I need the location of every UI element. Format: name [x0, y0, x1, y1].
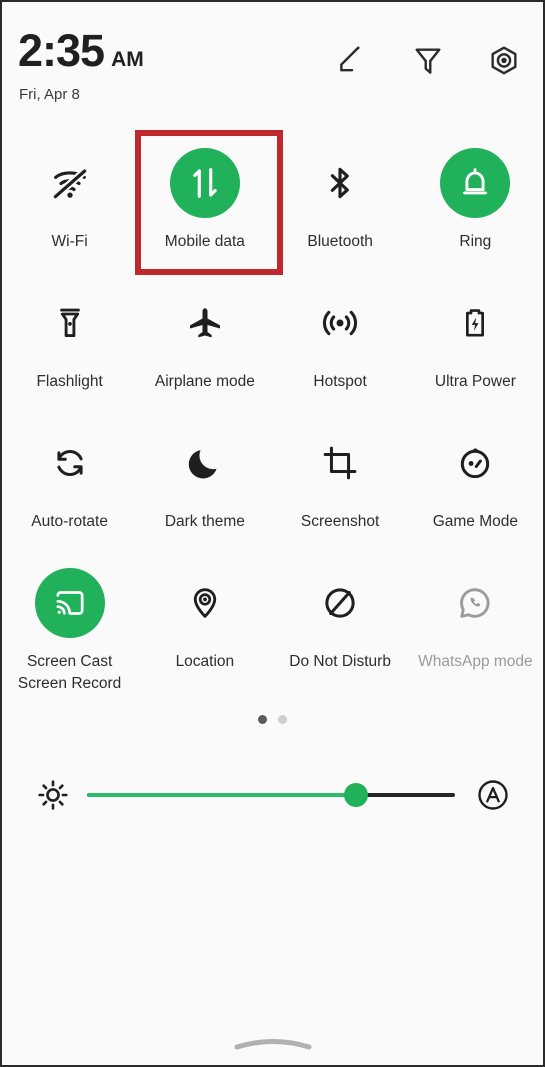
- filter-icon[interactable]: [411, 44, 445, 78]
- tile-icon-container: [440, 288, 510, 358]
- location-pin-icon: [193, 588, 217, 618]
- tile-icon-container: [440, 428, 510, 498]
- tile-label: Auto-rotate: [31, 513, 108, 530]
- status-header: 2:35 AM Fri, Apr 8: [2, 24, 543, 116]
- tile-row: Flashlight Airplane mode Hotspot Ultra P…: [2, 275, 543, 415]
- tile-row: Auto-rotate Dark theme Screenshot Game M…: [2, 415, 543, 555]
- game-mode-icon: [461, 448, 490, 479]
- tile-ultra-power[interactable]: Ultra Power: [408, 275, 543, 415]
- flashlight-icon: [59, 308, 80, 338]
- page-indicator: [2, 715, 543, 724]
- tile-icon-container: [170, 428, 240, 498]
- tile-wifi[interactable]: Wi-Fi: [2, 135, 137, 275]
- tile-label: Flashlight: [36, 373, 103, 390]
- hotspot-icon: [323, 310, 358, 336]
- airplane-icon: [189, 308, 220, 338]
- tile-label: Ultra Power: [434, 373, 516, 390]
- quick-settings-panel: 2:35 AM Fri, Apr 8 Wi-Fi Mobile data Blu…: [2, 2, 543, 1065]
- slider-thumb[interactable]: [343, 783, 368, 807]
- auto-brightness-icon[interactable]: [475, 777, 511, 813]
- tile-icon-container: [305, 288, 375, 358]
- battery-bolt-icon: [466, 309, 485, 337]
- tile-row: Screen Cast Screen Record Location Do No…: [2, 555, 543, 695]
- tile-icon-container: [35, 288, 105, 358]
- tile-label: Game Mode: [432, 513, 519, 530]
- wifi-off-icon: [50, 166, 89, 202]
- phone-screen: 2:35 AM Fri, Apr 8 Wi-Fi Mobile data Blu…: [0, 0, 545, 1067]
- edit-icon[interactable]: [335, 44, 369, 78]
- brightness-sun-icon: [38, 780, 68, 810]
- home-gesture-handle[interactable]: [233, 1035, 313, 1051]
- tile-icon-container: [305, 568, 375, 638]
- header-icon-group: [335, 44, 521, 78]
- screen-cast-icon: [56, 591, 84, 615]
- tile-do-not-disturb[interactable]: Do Not Disturb: [273, 555, 408, 695]
- moon-icon: [188, 450, 217, 479]
- slider-fill: [87, 793, 356, 797]
- tile-auto-rotate[interactable]: Auto-rotate: [2, 415, 137, 555]
- tile-label: Do Not Disturb: [289, 653, 391, 670]
- tile-label: Bluetooth: [307, 233, 373, 250]
- tile-dark-theme[interactable]: Dark theme: [137, 415, 272, 555]
- screenshot-icon: [323, 446, 357, 480]
- tile-hotspot[interactable]: Hotspot: [273, 275, 408, 415]
- page-dot-1[interactable]: [258, 715, 267, 724]
- brightness-control: [2, 772, 543, 818]
- tile-icon-container: [170, 568, 240, 638]
- tile-icon-container: [305, 148, 375, 218]
- settings-icon[interactable]: [487, 44, 521, 78]
- tile-icon-container: [34, 568, 105, 638]
- mobile-data-icon: [193, 168, 217, 198]
- tile-airplane-mode[interactable]: Airplane mode: [137, 275, 272, 415]
- clock-time: 2:35: [18, 25, 105, 76]
- auto-rotate-icon: [57, 450, 83, 476]
- bell-icon: [463, 168, 488, 195]
- tile-screen-cast[interactable]: Screen Cast Screen Record: [2, 555, 137, 695]
- tile-icon-container: [35, 428, 105, 498]
- tile-label: Screen Cast Screen Record: [17, 653, 122, 692]
- tile-icon-container: [440, 148, 511, 218]
- tile-screenshot[interactable]: Screenshot: [273, 415, 408, 555]
- tile-icon-container: [35, 148, 105, 218]
- tile-label: WhatsApp mode: [418, 653, 533, 670]
- tile-ring[interactable]: Ring: [408, 135, 543, 275]
- do-not-disturb-icon: [325, 588, 355, 618]
- gesture-bar: [2, 1035, 543, 1051]
- tile-icon-container: [440, 568, 510, 638]
- tile-bluetooth[interactable]: Bluetooth: [273, 135, 408, 275]
- page-dot-2[interactable]: [278, 715, 287, 724]
- clock: 2:35 AM: [18, 28, 144, 73]
- whatsapp-icon: [460, 588, 490, 618]
- tile-mobile-data[interactable]: Mobile data: [137, 135, 272, 275]
- tile-label: Airplane mode: [154, 373, 255, 390]
- bluetooth-icon: [330, 167, 349, 199]
- tile-flashlight[interactable]: Flashlight: [2, 275, 137, 415]
- tile-label: Location: [175, 653, 235, 670]
- tile-game-mode[interactable]: Game Mode: [408, 415, 543, 555]
- tile-label: Dark theme: [164, 513, 245, 530]
- tile-icon-container: [169, 148, 240, 218]
- tile-location[interactable]: Location: [137, 555, 272, 695]
- tile-label: Hotspot: [313, 373, 367, 390]
- tile-whatsapp-mode[interactable]: WhatsApp mode: [408, 555, 543, 695]
- tile-icon-container: [305, 428, 375, 498]
- tile-label: Wi-Fi: [51, 233, 88, 250]
- tile-label: Mobile data: [164, 233, 245, 250]
- brightness-slider[interactable]: [87, 778, 455, 812]
- quick-settings-grid: Wi-Fi Mobile data Bluetooth Ring Flashli…: [2, 135, 543, 695]
- tile-icon-container: [170, 288, 240, 358]
- tile-row: Wi-Fi Mobile data Bluetooth Ring: [2, 135, 543, 275]
- clock-ampm: AM: [111, 48, 144, 71]
- tile-label: Ring: [459, 233, 492, 250]
- tile-label: Screenshot: [300, 513, 380, 530]
- current-date: Fri, Apr 8: [19, 86, 80, 103]
